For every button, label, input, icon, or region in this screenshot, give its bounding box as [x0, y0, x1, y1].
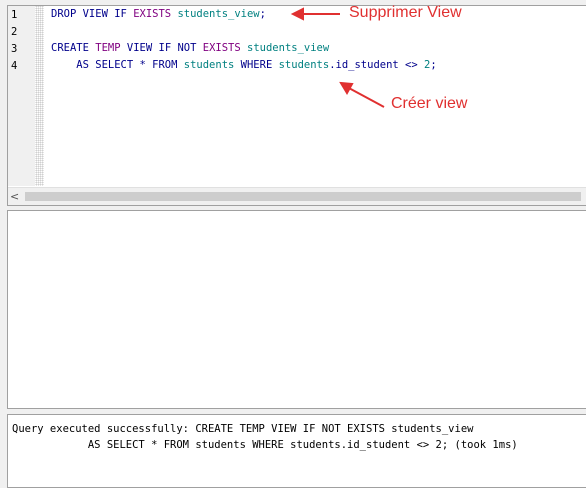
code-token: EXISTS [202, 42, 241, 54]
code-token: VIEW IF NOT [120, 42, 203, 54]
code-token: ; [430, 59, 437, 71]
results-pane [7, 210, 586, 409]
message-pane: Query executed successfully: CREATE TEMP… [7, 414, 586, 488]
sql-editor[interactable]: 1 2 3 4 DROP VIEW IF EXISTS students_view; C… [7, 5, 586, 206]
code-line[interactable]: AS SELECT * FROM students WHERE students… [51, 57, 437, 74]
code-token: WHERE [234, 59, 279, 71]
code-token: .id_student <> [329, 59, 425, 71]
fold-margin [35, 6, 44, 186]
code-token: students_view [240, 42, 330, 54]
message-text: Query executed successfully: CREATE TEMP… [12, 421, 518, 453]
code-token: EXISTS [133, 8, 172, 20]
code-token: TEMP [95, 42, 121, 54]
message-line-2: AS SELECT * FROM students WHERE students… [12, 439, 518, 451]
code-token: students [278, 59, 330, 71]
code-line[interactable] [51, 23, 437, 40]
annotation-drop: Supprimer View [349, 4, 462, 21]
annotation-create: Créer view [391, 95, 468, 112]
line-number: 3 [11, 43, 18, 55]
line-number: 2 [11, 26, 18, 38]
code-token: students_view [171, 8, 260, 20]
code-line[interactable]: CREATE TEMP VIEW IF NOT EXISTS students_… [51, 40, 437, 57]
code-token: ; [259, 8, 266, 20]
code-token: CREATE [51, 42, 96, 54]
scroll-left-icon[interactable]: < [10, 190, 19, 203]
code-token: AS SELECT * FROM [51, 59, 184, 71]
line-number: 4 [11, 60, 18, 72]
horizontal-scrollbar[interactable]: < [8, 187, 586, 205]
code-token: students [183, 59, 235, 71]
code-token: DROP VIEW IF [51, 8, 134, 20]
scrollbar-thumb[interactable] [25, 192, 581, 201]
message-line-1: Query executed successfully: CREATE TEMP… [12, 423, 474, 435]
line-number: 1 [11, 9, 18, 21]
